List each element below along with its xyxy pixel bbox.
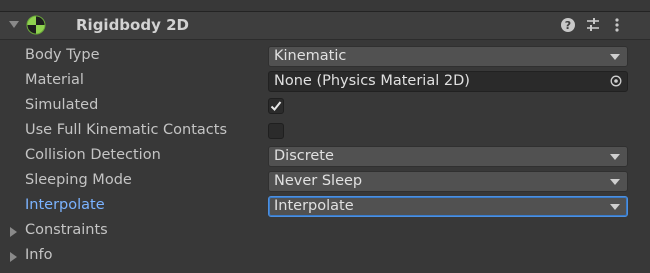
sleeping-mode-dropdown[interactable]: Never Sleep bbox=[268, 171, 628, 192]
collision-detection-row: Collision Detection Discrete bbox=[0, 144, 650, 169]
chevron-down-icon bbox=[610, 154, 620, 160]
interpolate-value: Interpolate bbox=[274, 198, 354, 214]
rigidbody-2d-icon bbox=[26, 15, 46, 35]
foldout-arrow-icon[interactable] bbox=[10, 252, 17, 262]
body-type-value: Kinematic bbox=[274, 48, 347, 64]
collision-detection-value: Discrete bbox=[274, 148, 334, 164]
material-object-field[interactable]: None (Physics Material 2D) bbox=[268, 71, 628, 92]
component-header[interactable]: Rigidbody 2D ? bbox=[0, 12, 650, 40]
kebab-menu-icon[interactable] bbox=[608, 16, 626, 34]
help-icon[interactable]: ? bbox=[559, 16, 577, 34]
object-picker-icon[interactable] bbox=[610, 75, 622, 87]
svg-text:?: ? bbox=[565, 19, 571, 32]
component-title: Rigidbody 2D bbox=[76, 16, 189, 34]
simulated-row: Simulated bbox=[0, 94, 650, 119]
collision-detection-label: Collision Detection bbox=[25, 147, 161, 163]
simulated-label: Simulated bbox=[25, 97, 99, 113]
preset-icon[interactable] bbox=[584, 16, 602, 34]
simulated-checkbox[interactable] bbox=[268, 98, 284, 114]
interpolate-label: Interpolate bbox=[25, 197, 105, 213]
interpolate-row: Interpolate Interpolate bbox=[0, 194, 650, 219]
body-type-row: Body Type Kinematic bbox=[0, 44, 650, 69]
body-type-dropdown[interactable]: Kinematic bbox=[268, 46, 628, 67]
interpolate-dropdown[interactable]: Interpolate bbox=[268, 196, 628, 217]
material-value: None (Physics Material 2D) bbox=[274, 73, 470, 89]
foldout-arrow-icon[interactable] bbox=[9, 21, 19, 28]
constraints-foldout[interactable]: Constraints bbox=[0, 219, 650, 244]
use-full-kinematic-contacts-label: Use Full Kinematic Contacts bbox=[25, 122, 228, 138]
sleeping-mode-value: Never Sleep bbox=[274, 173, 363, 189]
body-type-label: Body Type bbox=[25, 47, 100, 63]
info-label: Info bbox=[25, 247, 53, 263]
foldout-arrow-icon[interactable] bbox=[10, 227, 17, 237]
use-full-kinematic-contacts-row: Use Full Kinematic Contacts bbox=[0, 119, 650, 144]
chevron-down-icon bbox=[610, 204, 620, 210]
sleeping-mode-row: Sleeping Mode Never Sleep bbox=[0, 169, 650, 194]
use-full-kinematic-contacts-checkbox[interactable] bbox=[268, 123, 284, 139]
top-strip bbox=[0, 0, 650, 12]
material-label: Material bbox=[25, 72, 84, 88]
checkmark-icon bbox=[270, 101, 282, 111]
chevron-down-icon bbox=[610, 54, 620, 60]
chevron-down-icon bbox=[610, 179, 620, 185]
sleeping-mode-label: Sleeping Mode bbox=[25, 172, 132, 188]
constraints-label: Constraints bbox=[25, 222, 108, 238]
info-foldout[interactable]: Info bbox=[0, 244, 650, 269]
collision-detection-dropdown[interactable]: Discrete bbox=[268, 146, 628, 167]
material-row: Material None (Physics Material 2D) bbox=[0, 69, 650, 94]
